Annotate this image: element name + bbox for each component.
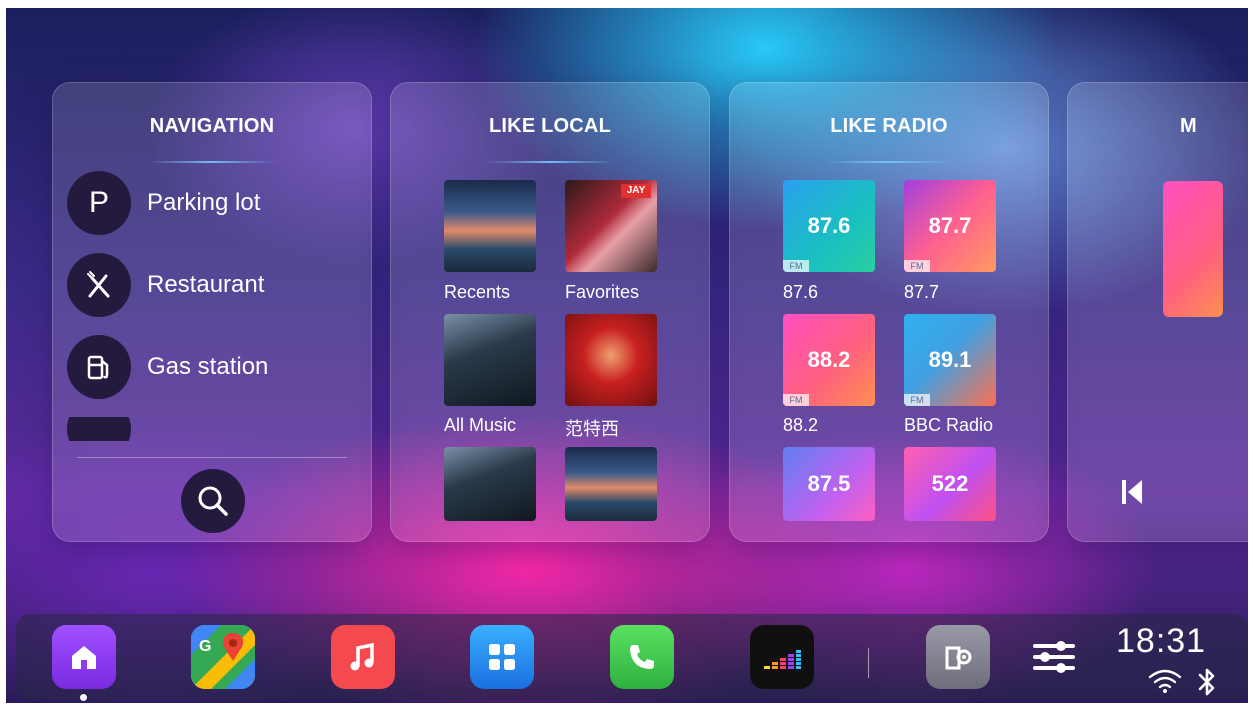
fm-badge: FM (904, 260, 930, 272)
music-app-button[interactable] (331, 625, 395, 689)
nav-item-label: Parking lot (147, 189, 261, 216)
like-local-title: LIKE LOCAL (489, 115, 611, 137)
radio-station-87-5[interactable]: 87.5 (783, 447, 875, 521)
radio-station-89-1[interactable]: 89.1 FM (904, 314, 996, 406)
car-settings-icon (945, 646, 972, 670)
settings-sliders-button[interactable] (1026, 625, 1082, 689)
active-indicator (80, 694, 87, 701)
svg-text:G: G (199, 638, 211, 655)
radio-frequency: 87.7 (928, 213, 972, 238)
nav-item-label: Gas station (147, 353, 269, 380)
previous-track-icon[interactable] (1120, 477, 1144, 507)
navigation-title: NAVIGATION (149, 115, 275, 137)
google-maps-icon: G (191, 625, 255, 689)
fm-badge: FM (783, 394, 809, 406)
radio-station-88-2[interactable]: 88.2 FM (783, 314, 875, 406)
nav-item-gas-station[interactable]: Gas station (67, 335, 268, 399)
sliders-icon (1033, 641, 1075, 673)
apps-button[interactable] (470, 625, 534, 689)
bluetooth-icon (1198, 668, 1215, 696)
album-label-favorites: Favorites (565, 282, 640, 302)
title-underline (824, 161, 954, 163)
partial-card-title: M (1180, 115, 1197, 137)
radio-frequency: 87.6 (807, 213, 851, 238)
partial-card[interactable]: M (1067, 82, 1248, 542)
search-icon (198, 486, 228, 516)
music-note-icon (350, 642, 374, 671)
like-radio-card[interactable]: LIKE RADIO 87.6 FM 87.6 87.7 FM 87.7 88.… (729, 82, 1049, 542)
phone-app-button[interactable] (610, 625, 674, 689)
radio-label: 87.7 (904, 282, 940, 302)
radio-station-87-6[interactable]: 87.6 FM (783, 180, 875, 272)
nav-item-label: Restaurant (147, 271, 265, 298)
title-underline (147, 161, 277, 163)
fm-badge: FM (783, 260, 809, 272)
clock: 18:31 (1116, 622, 1207, 660)
navigation-card[interactable]: NAVIGATION P Parking lot Restaurant Gas … (52, 82, 372, 542)
album-label-all-music: All Music (444, 415, 517, 435)
home-app-button[interactable] (52, 625, 116, 689)
nav-item-partial[interactable]: • • (67, 417, 131, 441)
radio-label: BBC Radio (904, 415, 994, 435)
parking-icon: P (67, 171, 131, 235)
maps-app-button[interactable]: G (191, 625, 255, 689)
radio-frequency: 87.5 (807, 471, 851, 496)
nav-divider (77, 457, 347, 458)
fm-badge: FM (904, 394, 930, 406)
radio-frequency: 89.1 (928, 347, 972, 372)
album-cover-all-music[interactable] (444, 314, 536, 406)
screen: NAVIGATION P Parking lot Restaurant Gas … (6, 8, 1248, 703)
nav-item-parking-lot[interactable]: P Parking lot (67, 171, 260, 235)
album-cover-partial-1[interactable] (444, 447, 536, 521)
radio-label: 88.2 (783, 415, 819, 435)
title-underline (485, 161, 615, 163)
app-grid-icon (489, 644, 515, 670)
radio-label: 87.6 (783, 282, 819, 302)
gas-station-icon (67, 335, 131, 399)
album-cover-partial-2[interactable] (565, 447, 657, 521)
album-label-fantasy: 范特西 (565, 419, 619, 439)
deezer-app-button[interactable] (750, 625, 814, 689)
home-icon (72, 646, 96, 669)
search-button[interactable] (181, 469, 245, 533)
partial-album-art (1163, 181, 1223, 317)
restaurant-icon (67, 253, 131, 317)
dock-separator (868, 648, 869, 678)
radio-frequency: 88.2 (807, 347, 851, 372)
wifi-icon (1148, 669, 1182, 693)
album-cover-favorites[interactable]: JAY (565, 180, 657, 272)
car-settings-button[interactable] (926, 625, 990, 689)
radio-frequency: 522 (931, 471, 969, 496)
phone-icon (630, 645, 654, 669)
like-radio-title: LIKE RADIO (830, 115, 948, 137)
album-cover-fantasy[interactable] (565, 314, 657, 406)
like-local-card[interactable]: LIKE LOCAL Recents JAY Favorites All Mus… (390, 82, 710, 542)
deezer-equalizer-icon (764, 650, 801, 669)
nav-item-restaurant[interactable]: Restaurant (67, 253, 264, 317)
more-icon: • • (67, 417, 131, 441)
album-label-recents: Recents (444, 282, 511, 302)
radio-station-87-7[interactable]: 87.7 FM (904, 180, 996, 272)
album-cover-recents[interactable] (444, 180, 536, 272)
radio-station-522[interactable]: 522 (904, 447, 996, 521)
